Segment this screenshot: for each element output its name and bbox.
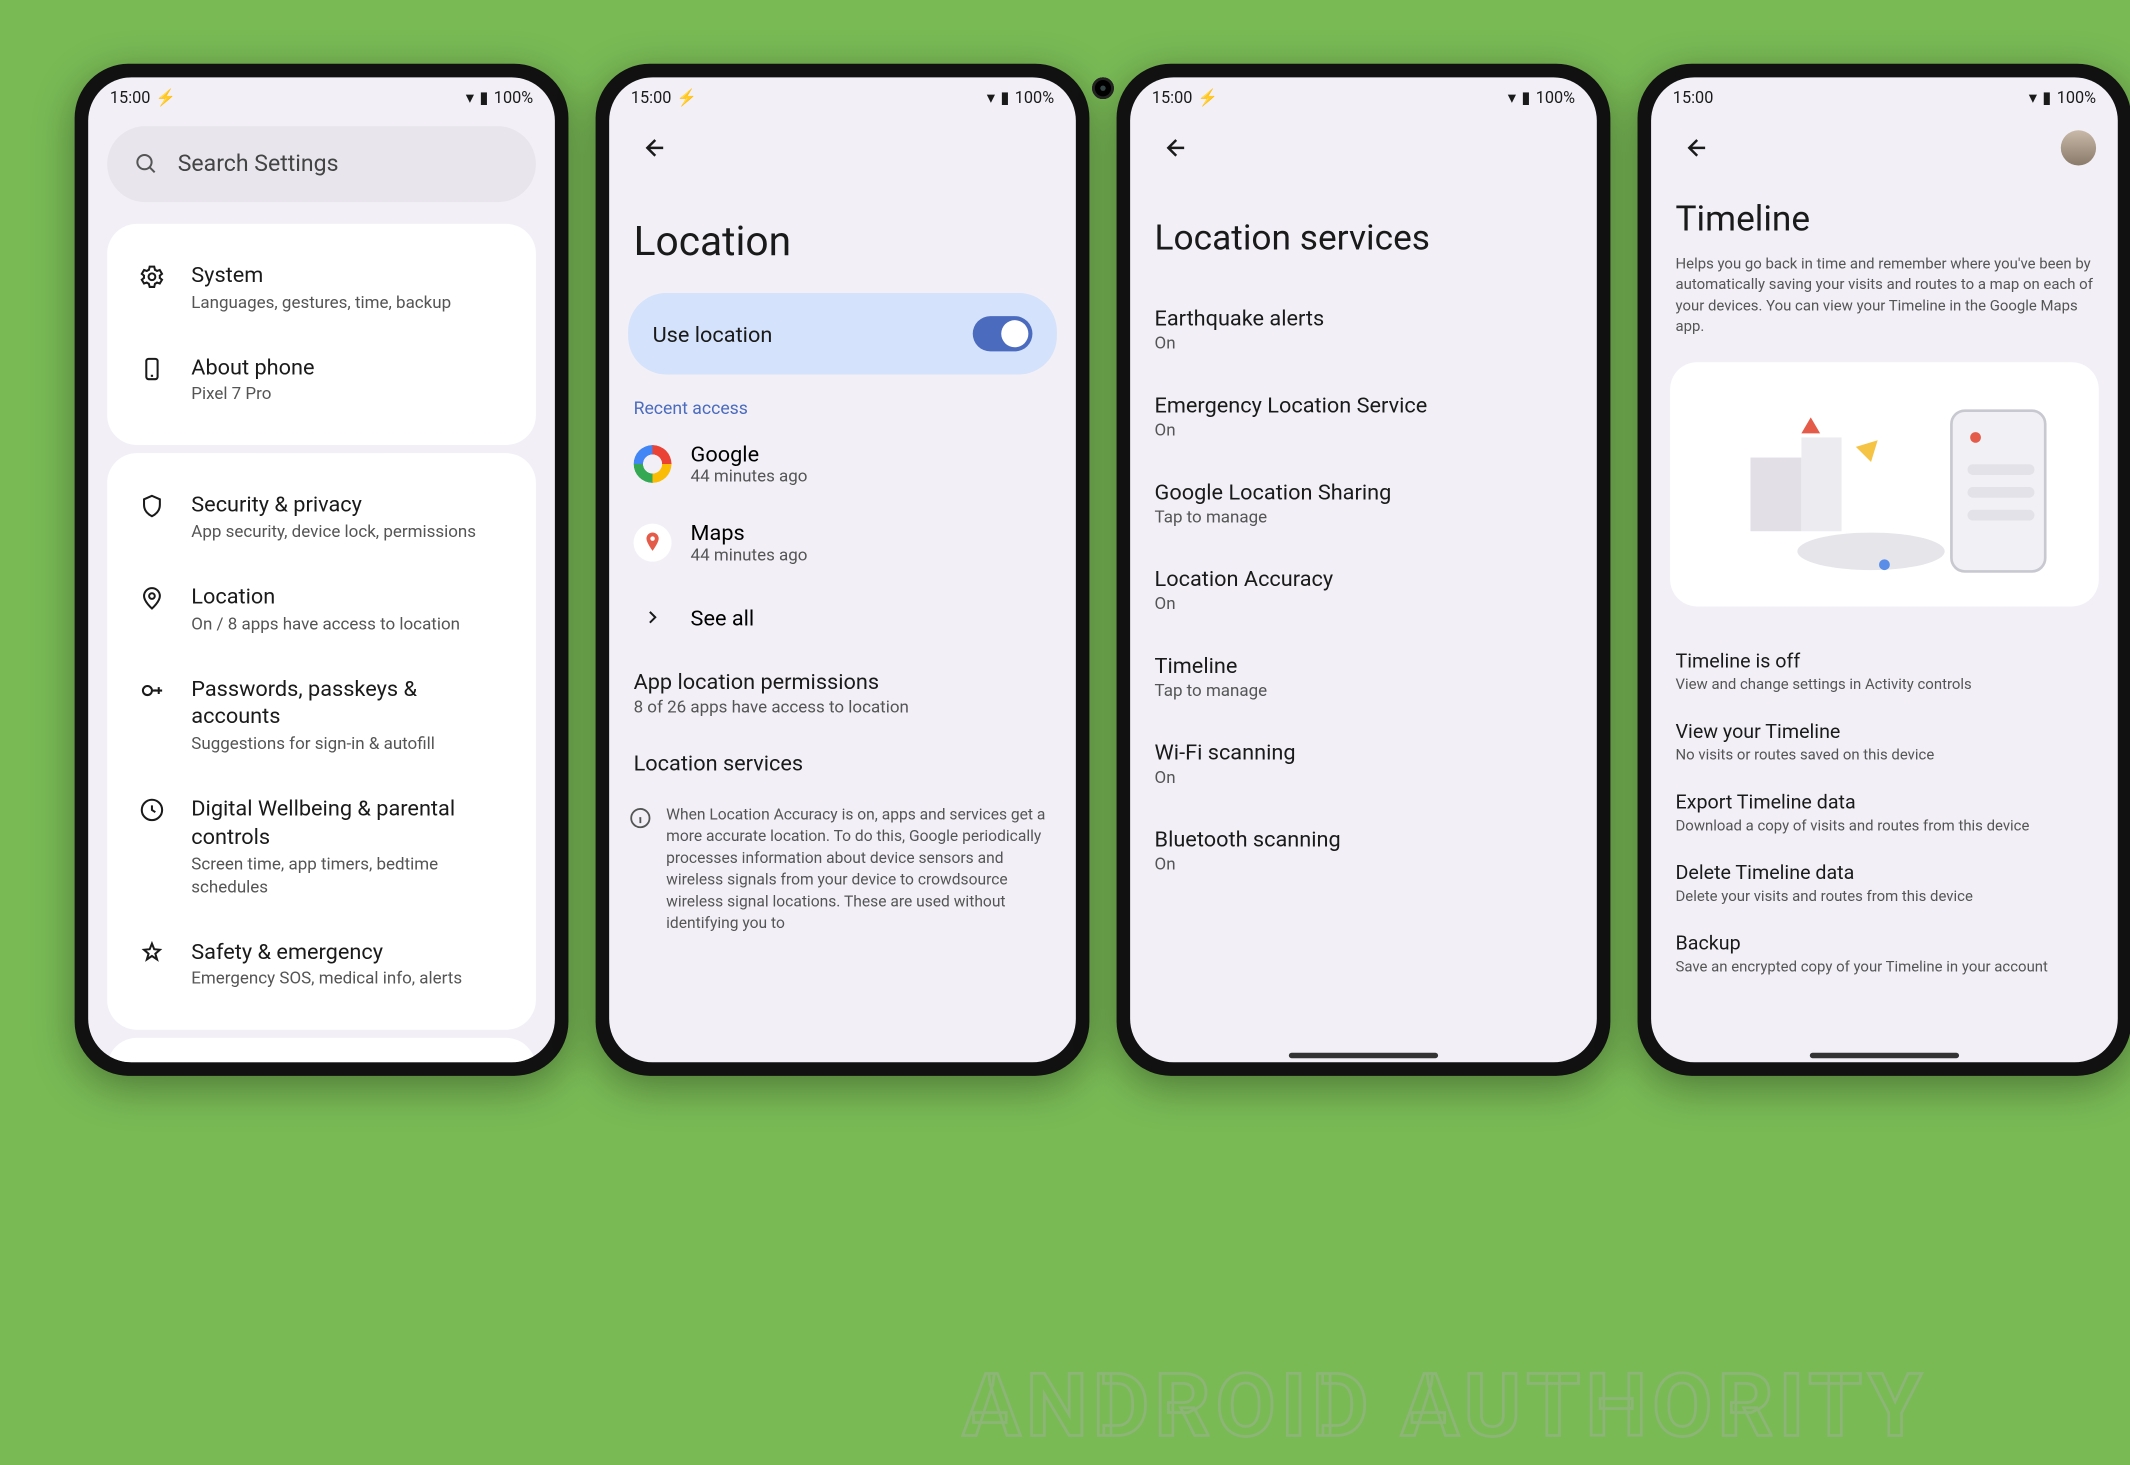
back-button[interactable] <box>1152 123 1201 172</box>
clock: 15:00 <box>1673 88 1714 107</box>
status-bar: 15:00 ▾ ▮ 100% <box>1651 77 2118 118</box>
battery-icon: ▮ <box>1000 88 1009 107</box>
maps-icon <box>634 524 672 562</box>
emergency-icon <box>137 938 167 968</box>
wifi-icon: ▾ <box>987 88 995 107</box>
settings-item-accessibility[interactable]: AccessibilityDisplay, interaction, audio <box>129 1057 514 1062</box>
settings-item-security-privacy[interactable]: Security & privacyApp security, device l… <box>129 473 514 565</box>
settings-item-passwords-passkeys-accounts[interactable]: Passwords, passkeys & accountsSuggestion… <box>129 656 514 776</box>
clock: 15:00 <box>1152 88 1193 107</box>
settings-item-digital-wellbeing-parental-controls[interactable]: Digital Wellbeing & parental controlsScr… <box>129 776 514 919</box>
page-title: Location <box>634 218 1052 265</box>
see-all-row[interactable]: See all <box>628 582 1057 653</box>
timeline-delete-timeline-data[interactable]: Delete Timeline dataDelete your visits a… <box>1670 847 2099 918</box>
wellbeing-icon <box>137 795 167 825</box>
camera-cutout <box>1092 77 1114 99</box>
service-timeline[interactable]: TimelineTap to manage <box>1149 634 1578 721</box>
nav-bar[interactable] <box>1130 1049 1597 1063</box>
battery-icon: ▮ <box>479 88 488 107</box>
clock: 15:00 <box>110 88 151 107</box>
google-icon <box>634 445 672 483</box>
recent-access-label: Recent access <box>634 399 1052 419</box>
app-location-permissions[interactable]: App location permissions 8 of 26 apps ha… <box>628 653 1057 734</box>
search-placeholder: Search Settings <box>178 151 339 178</box>
use-location-toggle[interactable]: Use location <box>628 293 1057 374</box>
battery-pct: 100% <box>1015 88 1054 107</box>
account-avatar[interactable] <box>2061 130 2096 165</box>
battery-pct: 100% <box>494 88 533 107</box>
battery-pct: 100% <box>1536 88 1575 107</box>
timeline-illustration <box>1670 362 2099 606</box>
location-info-text: When Location Accuracy is on, apps and s… <box>666 803 1057 934</box>
search-settings[interactable]: Search Settings <box>107 126 536 202</box>
timeline-export-timeline-data[interactable]: Export Timeline dataDownload a copy of v… <box>1670 777 2099 848</box>
settings-item-location[interactable]: LocationOn / 8 apps have access to locat… <box>129 564 514 656</box>
search-icon <box>134 152 158 176</box>
settings-item-about-phone[interactable]: About phonePixel 7 Pro <box>129 335 514 427</box>
key-icon <box>137 675 167 705</box>
gear-icon <box>137 262 167 292</box>
battery-icon: ▮ <box>1521 88 1530 107</box>
wifi-icon: ▾ <box>2029 88 2037 107</box>
phone-timeline: 15:00 ▾ ▮ 100% Timeline Helps you go back … <box>1638 64 2130 1076</box>
back-button[interactable] <box>631 123 680 172</box>
wifi-icon: ▾ <box>1508 88 1516 107</box>
chevron-right-icon <box>634 598 672 636</box>
phone-icon <box>137 354 167 384</box>
toggle-label: Use location <box>653 321 773 347</box>
status-bar: 15:00 ⚡ ▾ ▮ 100% <box>609 77 1076 118</box>
status-bar: 15:00 ⚡ ▾ ▮ 100% <box>88 77 555 118</box>
page-title: Timeline <box>1676 199 2094 240</box>
timeline-description: Helps you go back in time and remember w… <box>1670 254 2099 354</box>
timeline-backup[interactable]: BackupSave an encrypted copy of your Tim… <box>1670 918 2099 989</box>
location-icon <box>137 583 167 613</box>
clock: 15:00 <box>631 88 672 107</box>
bolt-icon: ⚡ <box>1198 88 1218 107</box>
recent-app-google[interactable]: Google44 minutes ago <box>628 425 1057 504</box>
recent-app-maps[interactable]: Maps44 minutes ago <box>628 503 1057 582</box>
phone-settings: 15:00 ⚡ ▾ ▮ 100% Search Settings SystemLang… <box>75 64 569 1076</box>
settings-item-safety-emergency[interactable]: Safety & emergencyEmergency SOS, medical… <box>129 919 514 1011</box>
status-bar: 15:00 ⚡ ▾ ▮ 100% <box>1130 77 1597 118</box>
service-emergency-location-service[interactable]: Emergency Location ServiceOn <box>1149 373 1578 460</box>
timeline-timeline-is-off[interactable]: Timeline is offView and change settings … <box>1670 636 2099 707</box>
service-google-location-sharing[interactable]: Google Location SharingTap to manage <box>1149 460 1578 547</box>
bolt-icon: ⚡ <box>677 88 697 107</box>
service-bluetooth-scanning[interactable]: Bluetooth scanningOn <box>1149 807 1578 894</box>
service-wi-fi-scanning[interactable]: Wi-Fi scanningOn <box>1149 720 1578 807</box>
timeline-view-your-timeline[interactable]: View your TimelineNo visits or routes sa… <box>1670 706 2099 777</box>
bolt-icon: ⚡ <box>156 88 176 107</box>
nav-bar[interactable] <box>1651 1049 2118 1063</box>
switch-on[interactable] <box>973 316 1033 351</box>
info-icon <box>628 806 652 830</box>
battery-icon: ▮ <box>2042 88 2051 107</box>
service-earthquake-alerts[interactable]: Earthquake alertsOn <box>1149 286 1578 373</box>
page-title: Location services <box>1155 218 1573 259</box>
service-location-accuracy[interactable]: Location AccuracyOn <box>1149 547 1578 634</box>
back-button[interactable] <box>1673 123 1722 172</box>
battery-pct: 100% <box>2057 88 2096 107</box>
settings-item-system[interactable]: SystemLanguages, gestures, time, backup <box>129 243 514 335</box>
wifi-icon: ▾ <box>466 88 474 107</box>
phone-location-services: 15:00 ⚡ ▾ ▮ 100% Location services Earthqua… <box>1117 64 1611 1076</box>
shield-icon <box>137 492 167 522</box>
location-services-row[interactable]: Location services <box>628 734 1057 792</box>
phone-location: 15:00 ⚡ ▾ ▮ 100% Location Use location Rece… <box>596 64 1090 1076</box>
see-all-label: See all <box>691 604 1052 630</box>
watermark: ANDROID AUTHORITY <box>962 1355 1927 1457</box>
